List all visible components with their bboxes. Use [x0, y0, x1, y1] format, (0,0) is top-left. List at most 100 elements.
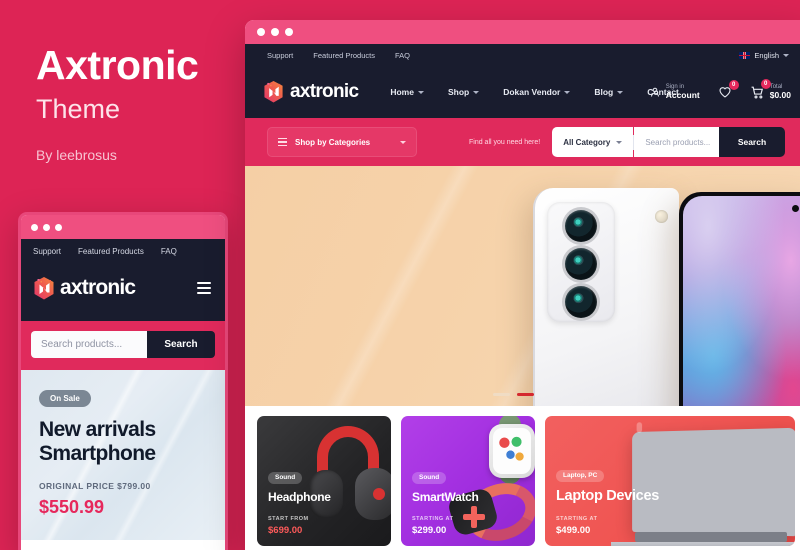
category-card-headphone[interactable]: Sound Headphone START FROM $699.00 [257, 416, 391, 546]
laptop-base [611, 542, 795, 546]
mobile-titlebar [21, 215, 225, 239]
cart-button[interactable]: 0 Total $0.00 [750, 78, 791, 101]
nav-item-shop[interactable]: Shop [447, 87, 480, 97]
window-dot-minimize[interactable] [43, 223, 50, 231]
mobile-hero-title: New arrivals Smartphone [39, 418, 207, 467]
nav-label-shop: Shop [447, 87, 470, 97]
chevron-down-icon [564, 90, 571, 94]
site-logo[interactable]: axtronic [263, 80, 359, 104]
nav-item-home[interactable]: Home [390, 87, 424, 97]
uk-flag-icon [739, 51, 751, 59]
mobile-logo-text: axtronic [60, 276, 136, 299]
card-title: Headphone [268, 490, 331, 504]
cart-total-value: $0.00 [769, 89, 791, 100]
card-title: Laptop Devices [556, 488, 659, 504]
hamburger-icon [278, 137, 287, 147]
language-selector[interactable]: English [739, 51, 789, 60]
category-card-laptop[interactable]: Laptop, PC Laptop Devices STARTING AT $4… [545, 416, 795, 546]
watch-case [489, 424, 535, 478]
mobile-mockup: Support Featured Products FAQ axtronic S… [18, 212, 228, 550]
card-body: Sound Headphone START FROM $699.00 [268, 466, 331, 536]
chevron-down-icon [783, 53, 789, 57]
topbar-links: Support Featured Products FAQ [267, 51, 410, 60]
card-tag: Sound [412, 471, 447, 484]
chevron-down-icon [417, 90, 424, 94]
camera-lens-icon [565, 210, 597, 242]
chevron-down-icon [617, 90, 624, 94]
camera-module [547, 202, 615, 322]
nav-actions: Sign in Account 0 0 Total $0.00 [649, 78, 791, 101]
find-all-text: Find all you need here! [469, 138, 541, 146]
browser-window: Support Featured Products FAQ English ax… [245, 20, 800, 550]
nav-label-dokan-vendor: Dokan Vendor [503, 87, 561, 97]
nav-label-home: Home [390, 87, 414, 97]
mobile-hero-original-price: ORIGINAL PRICE $799.00 [39, 480, 151, 491]
account-button[interactable]: Sign in Account [649, 84, 700, 101]
search-input[interactable]: Search products... [634, 127, 719, 157]
hero-slider[interactable] [245, 166, 800, 406]
search-input[interactable]: Search products... [31, 331, 147, 358]
product-search-group: All Category Search products... Search [552, 127, 785, 157]
card-from-label: START FROM [268, 516, 309, 522]
smartphone-front-image [679, 192, 800, 406]
window-dot-close[interactable] [257, 28, 265, 36]
search-button[interactable]: Search [719, 127, 785, 157]
search-button[interactable]: Search [147, 331, 215, 358]
card-tag: Sound [268, 471, 303, 484]
nav-item-dokan-vendor[interactable]: Dokan Vendor [503, 87, 571, 97]
mobile-hero-title-line2: Smartphone [39, 442, 156, 466]
topbar-link-faq[interactable]: FAQ [395, 51, 410, 60]
mobile-topbar-link-featured-products[interactable]: Featured Products [78, 247, 144, 256]
nav-item-blog[interactable]: Blog [594, 87, 624, 97]
promo-subtitle: Theme [36, 94, 121, 125]
promo-block: Axtronic Theme By leebrosus [36, 42, 236, 163]
card-price: $299.00 [412, 525, 447, 536]
phone-screen [683, 196, 800, 406]
watch-face [493, 428, 531, 474]
search-toolbar: Shop by Categories Find all you need her… [245, 118, 800, 166]
hexagon-cube-logo-icon [263, 80, 284, 104]
category-card-smartwatch[interactable]: Sound SmartWatch STARTING AT $299.00 [401, 416, 535, 546]
chevron-down-icon [616, 140, 623, 144]
all-category-select[interactable]: All Category [552, 127, 634, 157]
card-tag: Laptop, PC [556, 469, 605, 482]
mobile-hero-price: $550.99 [39, 496, 105, 517]
mobile-search-bar: Search products... Search [21, 321, 225, 370]
mobile-header: axtronic [21, 263, 225, 321]
site-navbar: axtronic Home Shop Dokan Vendor Blog Con… [245, 66, 800, 118]
main-menu: Home Shop Dokan Vendor Blog Contact [390, 87, 679, 97]
slider-dot-1[interactable] [493, 393, 510, 396]
wishlist-count-badge: 0 [728, 80, 739, 90]
promo-title: Axtronic [36, 42, 199, 88]
window-dot-maximize[interactable] [285, 28, 293, 36]
card-price: $699.00 [268, 525, 303, 536]
mobile-topbar-link-support[interactable]: Support [33, 247, 61, 256]
camera-lens-icon [565, 248, 597, 280]
wishlist-button[interactable]: 0 [718, 80, 739, 99]
front-camera-icon [792, 205, 799, 212]
window-dot-minimize[interactable] [271, 28, 279, 36]
smartphone-back-image [533, 188, 679, 406]
window-dot-close[interactable] [31, 223, 38, 231]
browser-titlebar [245, 20, 800, 44]
chevron-down-icon [473, 90, 480, 94]
slider-pagination [493, 393, 534, 396]
account-label: Account [665, 89, 700, 100]
card-price: $499.00 [556, 525, 591, 536]
topbar-link-featured-products[interactable]: Featured Products [313, 51, 375, 60]
topbar-link-support[interactable]: Support [267, 51, 293, 60]
hamburger-icon[interactable] [197, 282, 211, 294]
promo-author: By leebrosus [36, 146, 117, 163]
window-dot-maximize[interactable] [55, 223, 62, 231]
chevron-down-icon [400, 140, 406, 144]
cart-count-badge: 0 [760, 78, 771, 89]
mobile-topbar-link-faq[interactable]: FAQ [161, 247, 177, 256]
site-logo-text: axtronic [290, 81, 359, 102]
card-from-label: STARTING AT [556, 516, 598, 522]
shop-by-categories-button[interactable]: Shop by Categories [267, 127, 417, 157]
site-topbar: Support Featured Products FAQ English [245, 44, 800, 66]
headphone-logo-dot [373, 488, 385, 500]
hexagon-cube-logo-icon [33, 276, 55, 301]
slider-dot-2-active[interactable] [517, 393, 534, 396]
mobile-logo[interactable]: axtronic [33, 276, 136, 301]
